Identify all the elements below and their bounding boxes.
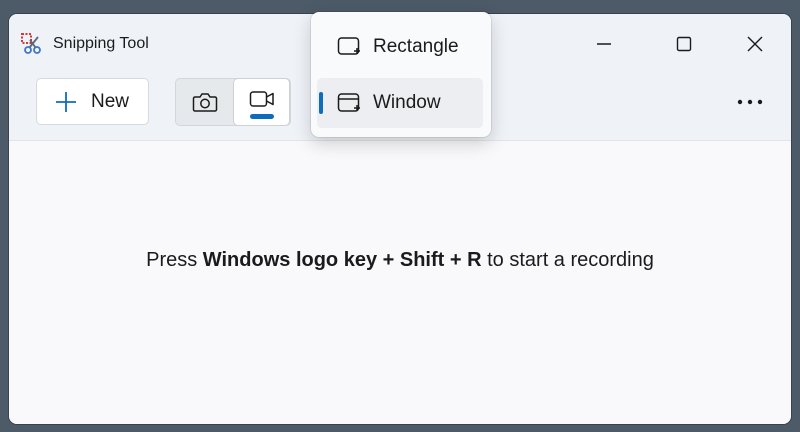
window-snip-icon	[337, 93, 360, 112]
minimize-icon	[597, 43, 611, 45]
hint-text: to start a recording	[481, 249, 654, 271]
maximize-icon	[676, 36, 692, 52]
snipping-tool-app-icon	[21, 33, 41, 54]
new-button[interactable]: New	[36, 78, 149, 125]
close-icon	[747, 36, 763, 52]
hint-key-r: R	[467, 249, 482, 271]
maximize-button[interactable]	[661, 28, 707, 60]
screenshot-mode-button[interactable]	[176, 79, 233, 125]
selected-mode-indicator	[250, 114, 274, 119]
video-icon	[249, 91, 274, 107]
recording-mode-button[interactable]	[233, 78, 290, 126]
minimize-button[interactable]	[581, 28, 627, 60]
menu-item-label: Window	[373, 92, 441, 113]
menu-item-label: Rectangle	[373, 36, 459, 57]
menu-item-rectangle[interactable]: Rectangle	[317, 22, 483, 72]
selected-item-indicator	[319, 92, 323, 114]
new-button-label: New	[91, 90, 130, 112]
more-options-button[interactable]	[727, 86, 773, 118]
hint-text: Press	[146, 249, 203, 271]
snip-mode-toggle	[175, 78, 291, 126]
hint-key-windows: Windows logo key	[202, 249, 378, 271]
hint-key-shift: Shift	[399, 249, 445, 271]
snip-shape-dropdown: Rectangle Window	[311, 12, 491, 137]
plus-icon	[56, 91, 76, 112]
app-title: Snipping Tool	[53, 35, 149, 52]
recording-hint: Press Windows logo key + Shift + R to st…	[9, 249, 791, 272]
close-button[interactable]	[732, 28, 778, 60]
hint-plus: +	[377, 249, 400, 271]
camera-icon	[192, 93, 217, 112]
menu-item-window[interactable]: Window	[317, 78, 483, 128]
hint-plus: +	[444, 249, 468, 271]
rectangle-snip-icon	[337, 37, 360, 55]
content-area: Press Windows logo key + Shift + R to st…	[9, 141, 791, 424]
more-dots-icon	[737, 99, 763, 105]
